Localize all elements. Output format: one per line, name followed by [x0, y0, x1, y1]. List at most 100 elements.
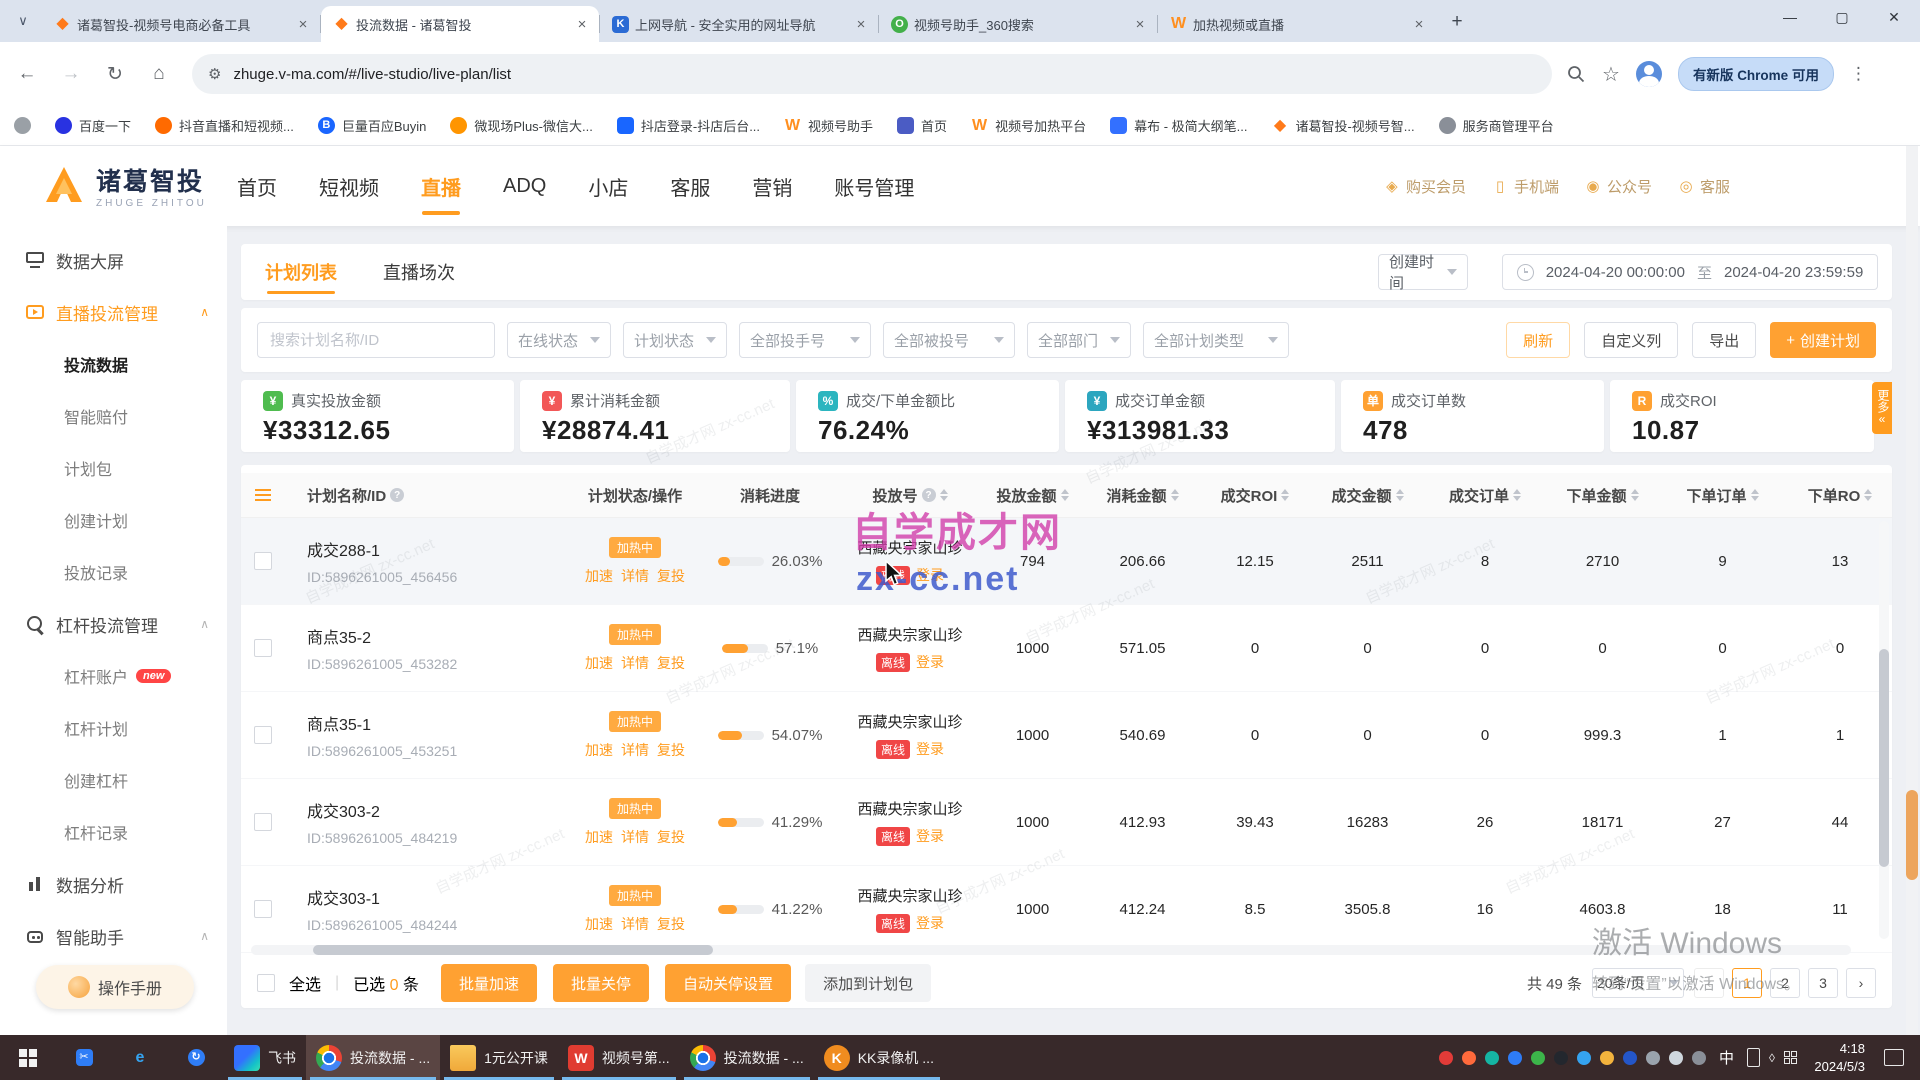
- page-button[interactable]: ‹: [1694, 968, 1724, 998]
- sort-icon[interactable]: [940, 489, 948, 501]
- sort-icon[interactable]: [1631, 489, 1639, 501]
- row-action-link[interactable]: 加速: [585, 653, 613, 673]
- nav-item[interactable]: 直播: [419, 146, 463, 227]
- nav-item[interactable]: 客服: [668, 146, 712, 227]
- row-action-link[interactable]: 加速: [585, 566, 613, 586]
- bookmark-item[interactable]: W 视频号助手: [784, 116, 873, 135]
- new-tab-button[interactable]: +: [1442, 7, 1472, 37]
- nav-item[interactable]: 首页: [235, 146, 279, 227]
- column-header[interactable]: 消耗金额: [1080, 485, 1205, 506]
- sidebar-sub-item[interactable]: 投流数据: [0, 338, 227, 390]
- batch-button[interactable]: 批量加速: [441, 964, 537, 1002]
- maximize-button[interactable]: ▢: [1816, 0, 1868, 34]
- taskbar-app-button[interactable]: 1元公开课: [440, 1035, 558, 1080]
- tray-icon[interactable]: [1439, 1051, 1453, 1065]
- page-button[interactable]: 1: [1732, 968, 1762, 998]
- kebab-menu-icon[interactable]: ⋮: [1850, 64, 1867, 84]
- header-link[interactable]: ▯ 手机端: [1492, 176, 1559, 197]
- tray-icon[interactable]: [1646, 1051, 1660, 1065]
- table-row[interactable]: 成交303-2 ID:5896261005_484219 加热中 加速详情复投 …: [241, 779, 1892, 866]
- header-link[interactable]: ◉ 公众号: [1585, 176, 1652, 197]
- start-button[interactable]: [0, 1035, 56, 1080]
- forward-icon[interactable]: →: [54, 57, 88, 91]
- column-header[interactable]: 成交ROI: [1205, 485, 1305, 506]
- bookmark-item[interactable]: B 巨量百应Buyin: [318, 116, 427, 135]
- table-row[interactable]: 成交303-1 ID:5896261005_484244 加热中 加速详情复投 …: [241, 866, 1892, 953]
- sidebar-sub-item[interactable]: 投放记录: [0, 546, 227, 598]
- more-stats-tab[interactable]: 更多 «: [1872, 382, 1892, 434]
- page-size-select[interactable]: 20条/页: [1592, 968, 1684, 998]
- sidebar-sub-item[interactable]: 杠杆计划: [0, 702, 227, 754]
- login-link[interactable]: 登录: [916, 652, 944, 672]
- nav-item[interactable]: ADQ: [501, 149, 548, 224]
- bookmark-item[interactable]: [14, 117, 31, 134]
- tab-close-icon[interactable]: ×: [1410, 16, 1428, 33]
- vertical-scrollbar[interactable]: [1879, 521, 1889, 939]
- column-header[interactable]: 计划名称/ID ?: [285, 485, 565, 506]
- sort-icon[interactable]: [1061, 489, 1069, 501]
- tray-icon[interactable]: [1577, 1051, 1591, 1065]
- filter-dropdown[interactable]: 全部部门: [1027, 322, 1131, 358]
- help-icon[interactable]: ?: [390, 488, 404, 502]
- minimize-button[interactable]: —: [1764, 0, 1816, 34]
- bookmark-star-icon[interactable]: ☆: [1602, 62, 1620, 87]
- row-action-link[interactable]: 详情: [621, 914, 649, 934]
- plan-tab[interactable]: 直播场次: [383, 244, 455, 300]
- browser-tab[interactable]: ◆ 诸葛智投-视频号电商必备工具 ×: [42, 6, 320, 42]
- v-scrollbar-thumb[interactable]: [1879, 649, 1889, 867]
- tray-icon[interactable]: [1531, 1051, 1545, 1065]
- row-checkbox[interactable]: [254, 900, 272, 918]
- tray-icon[interactable]: [1554, 1051, 1568, 1065]
- sort-icon[interactable]: [1864, 489, 1872, 501]
- sort-icon[interactable]: [1513, 489, 1521, 501]
- browser-tab[interactable]: ◆ 投流数据 - 诸葛智投 ×: [321, 6, 599, 42]
- scissors-app-icon[interactable]: ✂: [56, 1035, 112, 1080]
- row-checkbox[interactable]: [254, 813, 272, 831]
- remote-app-icon[interactable]: ↻: [168, 1035, 224, 1080]
- sparkle-icon[interactable]: ◊: [1769, 1051, 1775, 1065]
- row-checkbox[interactable]: [254, 639, 272, 657]
- sidebar-sub-item[interactable]: 智能赔付: [0, 390, 227, 442]
- sidebar-sub-item[interactable]: 杠杆记录: [0, 806, 227, 858]
- sidebar-item[interactable]: 数据分析: [0, 858, 227, 910]
- search-input[interactable]: [257, 322, 495, 358]
- ie-icon[interactable]: e: [112, 1035, 168, 1080]
- notification-center-icon[interactable]: [1884, 1049, 1904, 1066]
- site-logo[interactable]: 诸葛智投 ZHUGE ZHITOU: [42, 162, 207, 209]
- sidebar-item[interactable]: 智能助手 ∧: [0, 910, 227, 962]
- column-settings-icon[interactable]: [255, 494, 271, 497]
- tab-close-icon[interactable]: ×: [294, 16, 312, 33]
- nav-item[interactable]: 小店: [586, 146, 630, 227]
- row-action-link[interactable]: 详情: [621, 566, 649, 586]
- bookmark-item[interactable]: 服务商管理平台: [1439, 116, 1554, 135]
- tune-icon[interactable]: ⚙: [208, 65, 221, 83]
- bookmark-item[interactable]: 首页: [897, 116, 947, 135]
- page-button[interactable]: 3: [1808, 968, 1838, 998]
- back-icon[interactable]: ←: [10, 57, 44, 91]
- search-icon[interactable]: [1566, 64, 1586, 84]
- batch-button[interactable]: 批量关停: [553, 964, 649, 1002]
- bookmark-item[interactable]: 微现场Plus-微信大...: [450, 116, 592, 135]
- row-action-link[interactable]: 复投: [657, 566, 685, 586]
- row-action-link[interactable]: 复投: [657, 740, 685, 760]
- bookmark-item[interactable]: 抖店登录-抖店后台...: [617, 116, 760, 135]
- row-action-link[interactable]: 复投: [657, 653, 685, 673]
- page-button[interactable]: ›: [1846, 968, 1876, 998]
- horizontal-scrollbar[interactable]: [251, 945, 1851, 955]
- plan-tab[interactable]: 计划列表: [265, 244, 337, 300]
- time-type-select[interactable]: 创建时间: [1378, 254, 1468, 290]
- profile-avatar[interactable]: [1636, 61, 1662, 87]
- filter-dropdown[interactable]: 在线状态: [507, 322, 611, 358]
- page-scrollbar[interactable]: [1906, 146, 1918, 1035]
- bookmark-item[interactable]: W 视频号加热平台: [971, 116, 1086, 135]
- manual-button[interactable]: 操作手册: [36, 965, 194, 1009]
- column-header[interactable]: 下单RO: [1780, 485, 1892, 506]
- sidebar-sub-item[interactable]: 计划包: [0, 442, 227, 494]
- table-row[interactable]: 成交288-1 ID:5896261005_456456 加热中 加速详情复投 …: [241, 518, 1892, 605]
- taskbar-app-button[interactable]: 投流数据 - ...: [306, 1035, 440, 1080]
- row-action-link[interactable]: 详情: [621, 827, 649, 847]
- column-header[interactable]: 投放号 ?: [835, 485, 985, 506]
- column-header[interactable]: 投放金额: [985, 485, 1080, 506]
- sidebar-sub-item[interactable]: 杠杆账户 new: [0, 650, 227, 702]
- bookmark-item[interactable]: 抖音直播和短视频...: [155, 116, 294, 135]
